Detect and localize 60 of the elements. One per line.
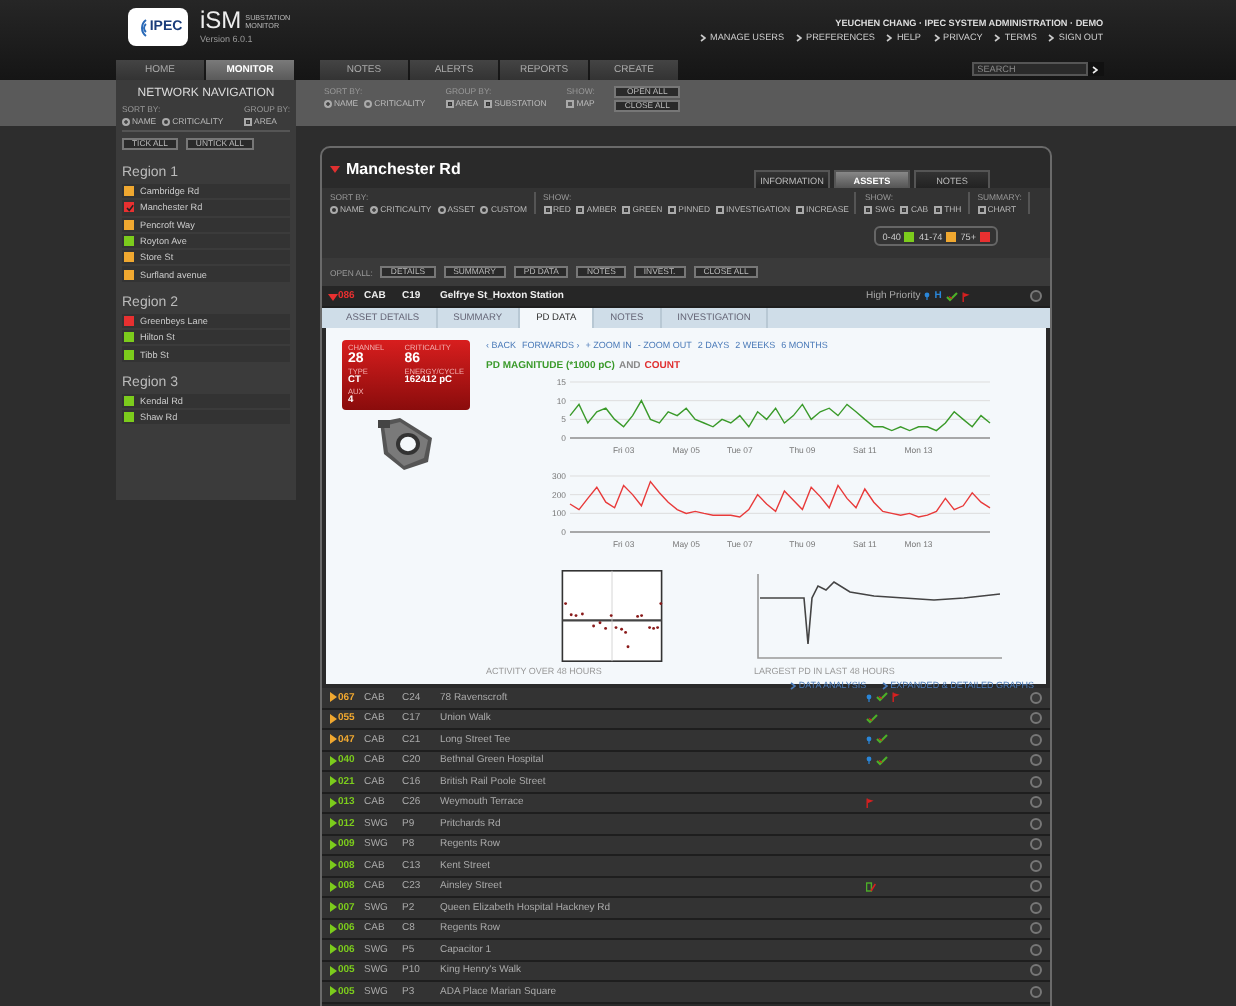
check-icon [945, 291, 958, 301]
chevron-icon [1092, 65, 1099, 73]
radio-button[interactable] [324, 99, 332, 107]
round-button[interactable] [1030, 290, 1042, 302]
pin-icon [866, 693, 872, 702]
radio-button[interactable] [122, 117, 130, 125]
check-icon [876, 755, 888, 766]
status-swatch[interactable] [124, 236, 134, 247]
checkbox[interactable] [716, 205, 724, 213]
check-icon [876, 734, 888, 745]
chevron-icon [882, 681, 889, 689]
status-swatch[interactable] [124, 395, 134, 406]
status-swatch[interactable] [124, 315, 134, 326]
status-swatch[interactable] [124, 219, 134, 230]
radio-button[interactable] [162, 117, 171, 125]
status-swatch[interactable] [124, 332, 134, 343]
chevron-icon [933, 33, 939, 41]
status-swatch[interactable] [124, 186, 134, 197]
pin-icon [866, 735, 872, 744]
checkbox[interactable] [668, 205, 677, 213]
app-name: iSM [200, 8, 242, 34]
status-swatch[interactable] [124, 349, 134, 360]
radio-button[interactable] [330, 205, 338, 213]
checkbox[interactable] [576, 205, 585, 213]
chevron-icon [700, 33, 706, 41]
checkbox[interactable] [566, 99, 575, 107]
check-icon [876, 692, 888, 703]
trend-icon [866, 881, 876, 892]
radio-button[interactable] [364, 99, 373, 107]
pin-icon [924, 292, 931, 300]
chevron-icon [886, 33, 893, 41]
checkbox[interactable] [900, 205, 909, 213]
status-swatch[interactable] [124, 269, 134, 280]
flag-icon [866, 797, 874, 808]
status-swatch[interactable] [124, 412, 134, 423]
checkbox[interactable] [543, 205, 552, 213]
checkbox[interactable] [934, 205, 943, 213]
checkbox[interactable] [445, 99, 454, 107]
checkbox[interactable] [244, 117, 253, 125]
flag-icon [892, 692, 900, 703]
check-icon [866, 713, 878, 724]
chevron-icon [1048, 33, 1055, 41]
checkbox[interactable] [977, 205, 986, 213]
expand-arrow-icon[interactable] [328, 291, 338, 301]
checkbox[interactable] [796, 205, 805, 213]
radio-button[interactable] [437, 205, 446, 213]
chevron-icon [796, 33, 803, 41]
flag-icon [961, 291, 970, 301]
checkbox[interactable] [622, 205, 631, 213]
status-swatch[interactable] [124, 252, 134, 263]
radio-button[interactable] [480, 205, 489, 213]
panel-title: Manchester Rd [346, 159, 461, 177]
radio-button[interactable] [370, 205, 379, 213]
collapse-arrow-icon[interactable] [330, 163, 340, 173]
checkbox[interactable] [484, 99, 493, 107]
checkbox[interactable] [864, 205, 873, 213]
selected-status-swatch[interactable] [124, 202, 134, 213]
chevron-icon [790, 681, 797, 689]
chevron-icon [994, 33, 1001, 41]
pin-icon [866, 756, 872, 765]
